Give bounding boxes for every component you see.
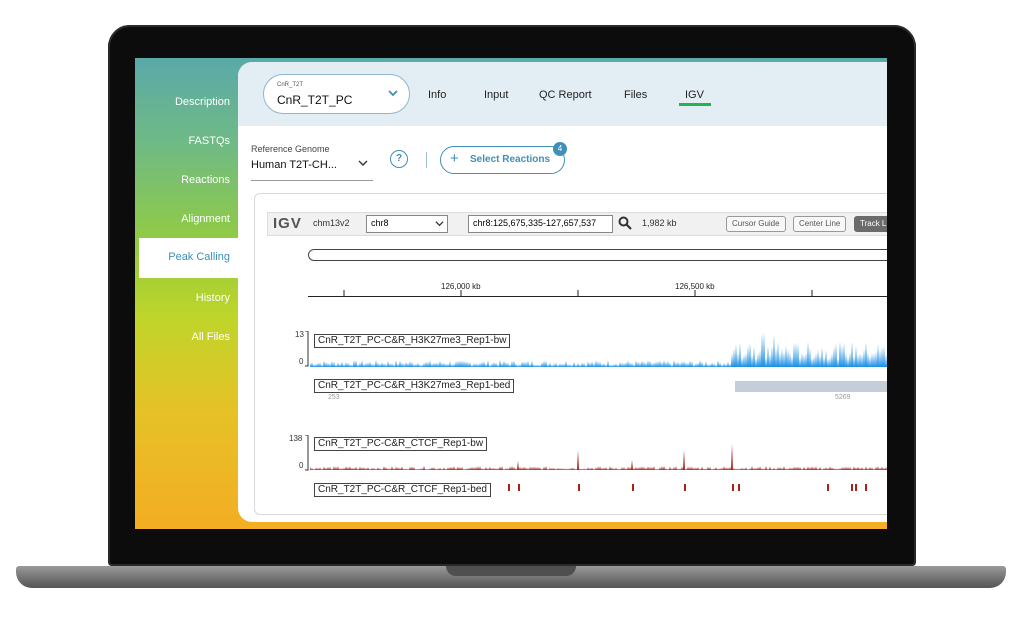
bed-peak[interactable] [508, 484, 510, 491]
sidebar-item-history[interactable]: History [196, 292, 230, 304]
ruler-ticks [343, 290, 813, 296]
center-line-button[interactable]: Center Line [793, 216, 847, 232]
active-tab-indicator [679, 103, 711, 106]
sidebar-item-reactions[interactable]: Reactions [181, 174, 230, 186]
track-scale-min: 0 [299, 461, 304, 470]
bed-peak[interactable] [738, 484, 740, 491]
track-scale-bar [305, 331, 309, 367]
bed-feature[interactable] [735, 381, 887, 392]
tab-igv[interactable]: IGV [685, 89, 704, 101]
project-small-label: CnR_T2T [277, 82, 304, 88]
bed-peak[interactable] [632, 484, 634, 491]
chromosome-select[interactable]: chr8 [366, 215, 448, 233]
sidebar-item-alignment[interactable]: Alignment [181, 213, 230, 225]
divider [426, 152, 427, 168]
bed-peak[interactable] [855, 484, 857, 491]
sidebar-item-fastqs[interactable]: FASTQs [188, 135, 230, 147]
track-scale-min: 0 [299, 357, 304, 366]
track-name: CnR_T2T_PC-C&R_H3K27me3_Rep1-bw [314, 334, 511, 348]
window-size: 1,982 kb [642, 218, 677, 228]
tab-files[interactable]: Files [624, 89, 647, 101]
plus-icon: + [450, 150, 459, 167]
help-icon[interactable]: ? [390, 150, 408, 168]
sidebar-item-peak-calling[interactable]: Peak Calling [139, 238, 238, 278]
chevron-down-icon [435, 221, 444, 227]
app-screen: Description FASTQs Reactions Alignment P… [135, 58, 887, 529]
bed-peak[interactable] [732, 484, 734, 491]
bed-peak[interactable] [865, 484, 867, 491]
select-reactions-button[interactable]: + Select Reactions [440, 146, 565, 174]
sidebar-item-all-files[interactable]: All Files [191, 331, 230, 343]
track-scale-max: 13 [295, 330, 304, 339]
select-reactions-label: Select Reactions [470, 154, 551, 165]
track-name: CnR_T2T_PC-C&R_H3K27me3_Rep1-bed [314, 379, 515, 393]
laptop-notch [446, 566, 576, 576]
sidebar-item-description[interactable]: Description [175, 96, 230, 108]
reference-genome-label: Reference Genome [251, 144, 330, 154]
top-bar: CnR_T2T CnR_T2T_PC Info Input QC Report … [238, 62, 887, 126]
igv-viewer: IGV chm13v2 chr8 chr8:125,675,335-127,65… [254, 193, 887, 515]
chromosome-value: chr8 [371, 218, 389, 228]
track-scale-bar [305, 435, 309, 471]
project-select[interactable]: CnR_T2T CnR_T2T_PC [263, 74, 410, 114]
bed-feature-label: 5269 [835, 394, 851, 401]
track-labels-button[interactable]: Track L [854, 216, 887, 232]
reactions-count-badge: 4 [553, 142, 567, 156]
sidebar-item-label: Peak Calling [168, 251, 230, 263]
bed-peak[interactable] [684, 484, 686, 491]
chromosome-ideogram[interactable] [308, 249, 887, 261]
locus-value: chr8:125,675,335-127,657,537 [473, 218, 597, 228]
genome-label: chm13v2 [313, 218, 350, 228]
tab-qc-report[interactable]: QC Report [539, 89, 592, 101]
bed-peak[interactable] [851, 484, 853, 491]
ctcf-peaks-track[interactable] [310, 484, 887, 492]
track-scale-max: 138 [289, 434, 303, 443]
igv-navbar: IGV chm13v2 chr8 chr8:125,675,335-127,65… [267, 212, 887, 236]
bed-peak[interactable] [578, 484, 580, 491]
cursor-guide-button[interactable]: Cursor Guide [726, 216, 786, 232]
sidebar: Description FASTQs Reactions Alignment P… [135, 58, 238, 529]
bed-peak[interactable] [827, 484, 829, 491]
chevron-down-icon [358, 160, 368, 166]
reference-genome-underline [251, 180, 373, 181]
locus-input[interactable]: chr8:125,675,335-127,657,537 [468, 215, 613, 233]
chevron-down-icon [388, 90, 398, 97]
track-name: CnR_T2T_PC-C&R_CTCF_Rep1-bw [314, 437, 488, 451]
bed-feature-label: 253 [328, 394, 340, 401]
project-value: CnR_T2T_PC [277, 93, 353, 107]
bed-peak[interactable] [518, 484, 520, 491]
reference-genome-select[interactable]: Human T2T-CH... [251, 159, 337, 171]
main-panel: CnR_T2T CnR_T2T_PC Info Input QC Report … [238, 62, 887, 522]
tab-input[interactable]: Input [484, 89, 508, 101]
search-icon[interactable] [618, 216, 632, 230]
tab-info[interactable]: Info [428, 89, 446, 101]
igv-logo: IGV [273, 215, 302, 232]
